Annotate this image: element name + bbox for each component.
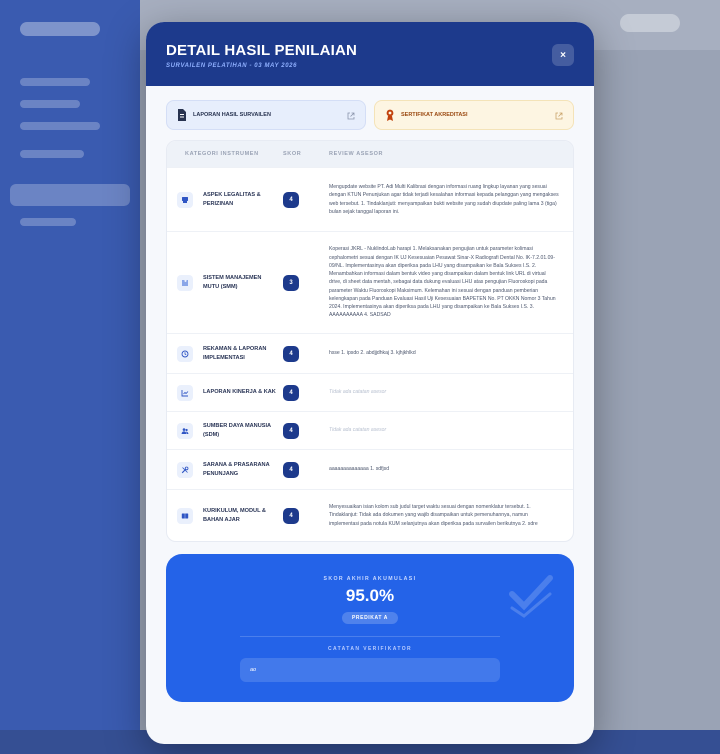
document-links: LAPORAN HASIL SURVAILEN SERTIFIKAT AKRED…: [166, 100, 574, 130]
assessment-detail-modal: DETAIL HASIL PENILAIAN SURVAILEN PELATIH…: [146, 22, 594, 744]
document-icon: [178, 109, 186, 121]
category-name: ASPEK LEGALITAS & PERIZINAN: [203, 192, 261, 207]
table-row: SUMBER DAYA MANUSIA (SDM) 4 Tidak ada ca…: [167, 411, 573, 449]
close-button[interactable]: ×: [552, 44, 574, 66]
survailen-report-label: LAPORAN HASIL SURVAILEN: [193, 112, 271, 118]
category-name: REKAMAN & LAPORAN IMPLEMENTASI: [203, 346, 267, 361]
verifier-note-field: ao: [240, 658, 500, 682]
table-header: KATEGORI INSTRUMEN SKOR REVIEW ASESOR: [167, 141, 573, 167]
category-name: LAPORAN KINERJA & KAK: [203, 389, 276, 396]
score-badge: 4: [283, 345, 299, 362]
table-row: REKAMAN & LAPORAN IMPLEMENTASI 4 hsse 1.…: [167, 333, 573, 373]
final-score-value: 95.0%: [345, 586, 395, 605]
background-logo: [20, 22, 100, 36]
category-name: SARANA & PRASARANA PENUNJANG: [203, 462, 270, 477]
final-score-label: SKOR AKHIR AKUMULASI: [323, 576, 417, 582]
table-row: SARANA & PRASARANA PENUNJANG 4 aaaaaaaaa…: [167, 449, 573, 489]
category-name: KURIKULUM, MODUL & BAHAN AJAR: [203, 508, 266, 523]
gavel-icon: [177, 191, 193, 208]
modal-body: LAPORAN HASIL SURVAILEN SERTIFIKAT AKRED…: [146, 86, 594, 744]
external-link-icon: [347, 112, 355, 120]
review-text: Menyesuaikan isian kolom sub judul targe…: [329, 504, 538, 527]
review-text: aaaaaaaaaaaaaa 1. sdfjsd: [329, 466, 390, 473]
background-nav-item: [20, 100, 80, 108]
score-badge: 4: [283, 191, 299, 208]
score-badge: 3: [283, 274, 299, 291]
assessment-table: KATEGORI INSTRUMEN SKOR REVIEW ASESOR AS…: [166, 140, 574, 542]
header-review: REVIEW ASESOR: [329, 151, 384, 157]
background-nav-item: [20, 122, 100, 130]
certificate-icon: [386, 109, 394, 121]
score-badge: 4: [283, 422, 299, 439]
header-score: SKOR: [283, 151, 302, 157]
final-score-panel: SKOR AKHIR AKUMULASI 95.0% PREDIKAT A CA…: [166, 554, 574, 702]
puzzle-icon: [177, 274, 193, 291]
table-row: ASPEK LEGALITAS & PERIZINAN 4 Mengupdate…: [167, 167, 573, 231]
table-row: SISTEM MANAJEMEN MUTU (SMM) 3 Koperasi J…: [167, 231, 573, 333]
table-row: KURIKULUM, MODUL & BAHAN AJAR 4 Menyesua…: [167, 489, 573, 541]
chart-icon: [177, 384, 193, 401]
header-category: KATEGORI INSTRUMEN: [185, 151, 259, 157]
accreditation-certificate-label: SERTIFIKAT AKREDITASI: [401, 112, 468, 118]
verifier-note-text: ao: [250, 667, 257, 673]
review-text: Koperasi JKRL - NuklindoLab harapi 1. Me…: [329, 246, 556, 319]
accreditation-certificate-link[interactable]: SERTIFIKAT AKREDITASI: [374, 100, 574, 130]
book-icon: [177, 507, 193, 524]
score-badge: 4: [283, 507, 299, 524]
external-link-icon: [555, 112, 563, 120]
modal-header: DETAIL HASIL PENILAIAN SURVAILEN PELATIH…: [146, 22, 594, 86]
tools-icon: [177, 461, 193, 478]
review-text: Mengupdate website PT. Adi Multi Kalibra…: [329, 184, 559, 215]
background-nav-item: [20, 218, 76, 226]
modal-title: DETAIL HASIL PENILAIAN: [166, 42, 358, 59]
history-icon: [177, 345, 193, 362]
predicate-badge: PREDIKAT A: [342, 612, 398, 624]
review-text: hsse 1. ipsdo 2. abdjjdhkaj 3. kjhjkhlkd: [329, 350, 416, 357]
empty-review-text: Tidak ada catatan asesor: [329, 389, 387, 396]
empty-review-text: Tidak ada catatan asesor: [329, 427, 387, 434]
users-icon: [177, 422, 193, 439]
background-nav-active: [10, 184, 130, 206]
score-badge: 4: [283, 461, 299, 478]
score-badge: 4: [283, 384, 299, 401]
verifier-note-label: CATATAN VERIFIKATOR: [327, 646, 413, 652]
category-name: SUMBER DAYA MANUSIA (SDM): [203, 423, 271, 438]
modal-subtitle: SURVAILEN PELATIHAN - 03 MAY 2026: [166, 63, 298, 69]
background-nav-item: [20, 78, 90, 86]
survailen-report-link[interactable]: LAPORAN HASIL SURVAILEN: [166, 100, 366, 130]
category-name: SISTEM MANAJEMEN MUTU (SMM): [203, 275, 262, 290]
background-sidebar: [0, 0, 140, 754]
background-nav-item: [20, 150, 84, 158]
table-row: LAPORAN KINERJA & KAK 4 Tidak ada catata…: [167, 373, 573, 411]
summary-divider: [240, 636, 500, 637]
